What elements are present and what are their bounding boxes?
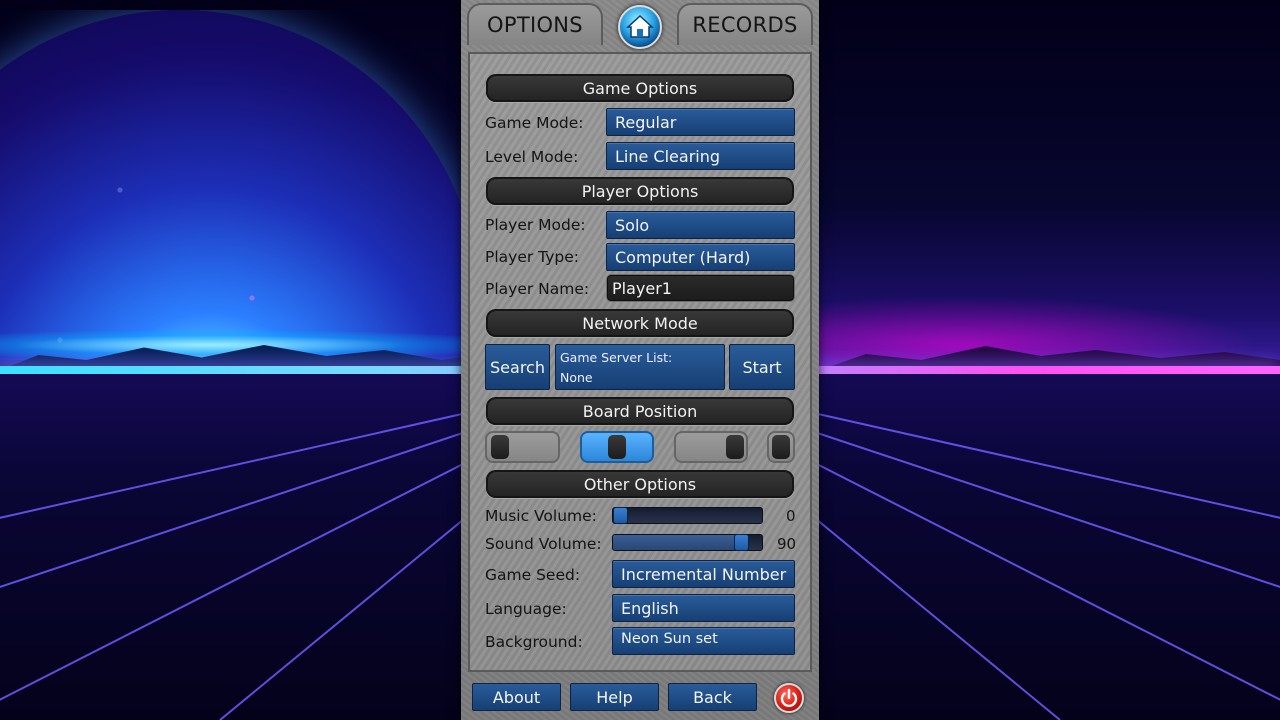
game-mode-label: Game Mode: <box>485 114 584 132</box>
server-list-label: Game Server List: <box>560 350 673 365</box>
options-panel: OPTIONS RECORDS Game Options Game Mode: … <box>461 0 819 720</box>
player-mode-label: Player Mode: <box>485 216 586 234</box>
back-button[interactable]: Back <box>668 683 757 711</box>
start-button[interactable]: Start <box>729 344 795 390</box>
home-icon <box>626 14 654 38</box>
board-position-split[interactable] <box>767 431 795 463</box>
search-button[interactable]: Search <box>485 344 550 390</box>
section-board-position: Board Position <box>486 397 794 425</box>
board-marker <box>608 435 626 459</box>
player-type-select[interactable]: Computer (Hard) <box>606 243 795 271</box>
music-volume-label: Music Volume: <box>485 507 597 525</box>
game-server-list[interactable]: Game Server List: None <box>555 344 725 390</box>
language-select[interactable]: English <box>612 594 795 622</box>
board-marker <box>772 435 790 459</box>
tab-options[interactable]: OPTIONS <box>467 3 603 45</box>
sound-volume-value: 90 <box>777 535 797 553</box>
board-marker <box>726 435 744 459</box>
level-mode-select[interactable]: Line Clearing <box>606 142 795 170</box>
board-position-center[interactable] <box>580 431 654 463</box>
background-select[interactable]: Neon Sun set <box>612 627 795 655</box>
game-seed-select[interactable]: Incremental Number <box>612 560 795 588</box>
language-label: Language: <box>485 600 567 618</box>
section-other-options: Other Options <box>486 470 794 498</box>
sound-volume-fill <box>613 535 742 550</box>
player-type-label: Player Type: <box>485 248 579 266</box>
board-position-left[interactable] <box>485 431 560 463</box>
section-game-options: Game Options <box>486 74 794 102</box>
section-network-mode: Network Mode <box>486 309 794 337</box>
sound-volume-slider[interactable] <box>612 534 763 551</box>
power-icon <box>780 688 798 708</box>
sound-volume-thumb[interactable] <box>734 534 749 551</box>
power-button[interactable] <box>774 683 804 713</box>
section-player-options: Player Options <box>486 177 794 205</box>
player-name-label: Player Name: <box>485 280 590 298</box>
home-button[interactable] <box>618 5 662 49</box>
background-label: Background: <box>485 633 583 651</box>
player-mode-select[interactable]: Solo <box>606 211 795 239</box>
help-button[interactable]: Help <box>570 683 659 711</box>
player-name-input[interactable]: Player1 <box>607 275 794 301</box>
board-position-right[interactable] <box>674 431 748 463</box>
music-volume-value: 0 <box>786 507 796 525</box>
music-volume-slider[interactable] <box>612 507 763 524</box>
server-list-value: None <box>560 370 593 385</box>
game-seed-label: Game Seed: <box>485 566 581 584</box>
board-marker <box>491 435 509 459</box>
sound-volume-label: Sound Volume: <box>485 535 602 553</box>
level-mode-label: Level Mode: <box>485 148 579 166</box>
about-button[interactable]: About <box>472 683 561 711</box>
tab-records[interactable]: RECORDS <box>677 3 813 45</box>
music-volume-thumb[interactable] <box>613 507 628 524</box>
game-mode-select[interactable]: Regular <box>606 108 795 136</box>
